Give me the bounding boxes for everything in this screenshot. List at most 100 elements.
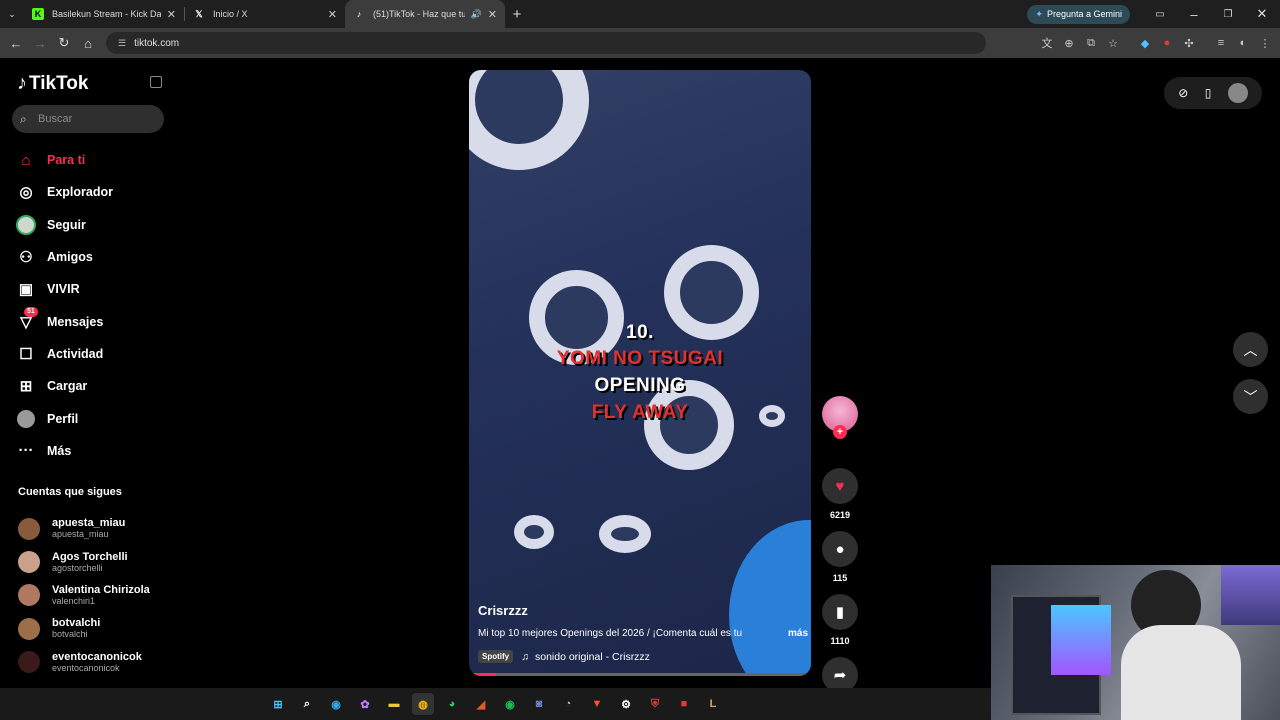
video-music[interactable]: Spotify ♫ sonido original - Crisrzzz bbox=[478, 650, 650, 663]
nav-item-mensajes[interactable]: ▽ 51 Mensajes bbox=[14, 305, 113, 337]
following-item[interactable]: Valentina Chirizola valenchiri1 bbox=[18, 579, 150, 612]
install-app-icon[interactable]: ⧉ bbox=[1080, 37, 1102, 50]
following-name: Valentina Chirizola bbox=[52, 583, 150, 596]
comment-action: ● 115 bbox=[821, 531, 859, 583]
follow-plus-icon[interactable]: + bbox=[833, 425, 847, 439]
app-icon[interactable]: ◢ bbox=[470, 693, 492, 715]
gemini-button[interactable]: ✦ Pregunta a Gemini bbox=[1027, 4, 1130, 24]
whatsapp-icon[interactable]: ◕ bbox=[441, 693, 463, 715]
nav-item-explorador[interactable]: ◎ Explorador bbox=[14, 176, 113, 208]
audio-icon[interactable]: 🔊 bbox=[471, 9, 482, 20]
video-song-text: FLY AWAY bbox=[591, 402, 689, 423]
collapse-sidebar-icon[interactable] bbox=[150, 76, 162, 88]
restore-icon[interactable]: ❐ bbox=[1216, 9, 1240, 20]
app-red-icon[interactable]: ■ bbox=[673, 693, 695, 715]
following-item[interactable]: apuesta_miau apuesta_miau bbox=[18, 512, 150, 545]
following-item[interactable]: Agos Torchelli agostorchelli bbox=[18, 545, 150, 578]
minimize-icon[interactable]: – bbox=[1182, 7, 1206, 22]
following-item[interactable]: botvalchi botvalchi bbox=[18, 612, 150, 645]
following-username: eventocanonicok bbox=[52, 662, 120, 673]
brave-icon[interactable]: ▼ bbox=[586, 693, 608, 715]
save-action: ▮ 1110 bbox=[821, 594, 859, 646]
extension-red-icon[interactable]: ● bbox=[1156, 37, 1178, 49]
bookmark-star-icon[interactable]: ☆ bbox=[1102, 37, 1124, 50]
back-icon[interactable]: ← bbox=[4, 36, 28, 51]
avatar bbox=[18, 651, 40, 674]
chrome-icon[interactable]: ◍ bbox=[412, 693, 434, 715]
tiktok-logo[interactable]: ♪ TikTok bbox=[17, 72, 88, 95]
browser-tab-kick[interactable]: K Basilekun Stream - Kick Dashbo ✕ bbox=[24, 0, 184, 28]
translate-icon[interactable]: 文 bbox=[1036, 35, 1058, 51]
comment-icon[interactable]: ● bbox=[822, 531, 858, 567]
shield-icon[interactable]: ⛨ bbox=[644, 693, 666, 715]
nav-label: VIVIR bbox=[47, 282, 80, 297]
search-input[interactable]: ⌕ Buscar bbox=[12, 105, 164, 133]
avatar bbox=[18, 517, 40, 540]
user-avatar[interactable] bbox=[1227, 83, 1248, 103]
extension-icon[interactable]: ◆ bbox=[1134, 37, 1156, 50]
file-explorer-icon[interactable]: ▬ bbox=[383, 693, 405, 715]
browser-tab-tiktok[interactable]: ♪ (51)TikTok - Haz que tu día 🔊 ✕ bbox=[345, 0, 505, 28]
search-icon[interactable]: ⌕ bbox=[296, 693, 318, 715]
more-link[interactable]: más bbox=[788, 628, 808, 639]
steam-icon[interactable]: ◔ bbox=[557, 693, 579, 715]
profile-chip-icon[interactable]: ▭ bbox=[1148, 9, 1172, 20]
windows-start-icon[interactable]: ⊞ bbox=[267, 693, 289, 715]
video-subtitle-text: OPENING bbox=[594, 375, 686, 396]
comment-count: 115 bbox=[832, 573, 848, 583]
video-title-text: YOMI NO TSUGAI bbox=[556, 348, 724, 369]
nav-item-amigos[interactable]: ⚇ Amigos bbox=[14, 241, 113, 273]
phone-icon[interactable]: ▯ bbox=[1205, 86, 1212, 100]
nav-item-perfil[interactable]: Perfil bbox=[14, 402, 113, 434]
nav-item-para-ti[interactable]: ⌂ Para ti bbox=[14, 144, 113, 176]
close-tab-icon[interactable]: ✕ bbox=[167, 8, 176, 21]
url-field[interactable]: ☰ tiktok.com bbox=[106, 32, 986, 54]
nav-item-cargar[interactable]: ⊞ Cargar bbox=[14, 370, 113, 402]
nav-item-actividad[interactable]: ☐ Actividad bbox=[14, 338, 113, 370]
bookmark-icon[interactable]: ▮ bbox=[822, 594, 858, 630]
compass-icon[interactable]: ⊘ bbox=[1178, 86, 1188, 100]
zoom-icon[interactable]: ⊕ bbox=[1058, 37, 1080, 50]
spotify-tag[interactable]: Spotify bbox=[478, 650, 514, 663]
following-name: botvalchi bbox=[52, 617, 101, 630]
search-icon: ⌕ bbox=[20, 111, 27, 126]
following-item[interactable]: eventocanonicok eventocanonicok bbox=[18, 646, 150, 679]
close-tab-icon[interactable]: ✕ bbox=[488, 8, 497, 21]
league-icon[interactable]: L bbox=[702, 693, 724, 715]
home-button-icon[interactable]: ⌂ bbox=[76, 36, 100, 51]
creator-avatar[interactable]: + bbox=[822, 396, 858, 439]
browser-menu-icon[interactable]: ⋮ bbox=[1254, 37, 1276, 50]
browser-tab-x[interactable]: 𝕏 Inicio / X ✕ bbox=[185, 0, 345, 28]
edge-icon[interactable]: ◉ bbox=[325, 693, 347, 715]
video-progress-bar[interactable] bbox=[469, 673, 811, 676]
forward-icon[interactable]: → bbox=[28, 36, 52, 51]
heart-icon[interactable]: ♥ bbox=[822, 468, 858, 504]
media-controls-icon[interactable]: ≡ bbox=[1210, 37, 1232, 49]
spotify-icon[interactable]: ◉ bbox=[499, 693, 521, 715]
nav-item-mas[interactable]: ··· Más bbox=[14, 435, 113, 467]
video-graphic bbox=[514, 515, 554, 549]
profile-avatar-icon[interactable]: ◐ bbox=[1232, 37, 1254, 49]
close-window-icon[interactable]: ✕ bbox=[1250, 6, 1274, 22]
previous-video-button[interactable]: ︿ bbox=[1233, 332, 1268, 367]
nav-item-vivir[interactable]: ▣ VIVIR bbox=[14, 273, 113, 305]
reload-icon[interactable]: ↻ bbox=[52, 35, 76, 51]
following-name: Agos Torchelli bbox=[52, 550, 128, 563]
gemini-label: Pregunta a Gemini bbox=[1046, 9, 1122, 19]
x-icon: 𝕏 bbox=[195, 8, 203, 19]
close-tab-icon[interactable]: ✕ bbox=[328, 8, 337, 21]
video-player[interactable]: 10. YOMI NO TSUGAI OPENING FLY AWAY Cris… bbox=[469, 70, 811, 676]
new-tab-button[interactable]: + bbox=[505, 6, 529, 23]
music-note-icon: ♫ bbox=[521, 650, 529, 663]
video-author[interactable]: Crisrzzz bbox=[478, 603, 528, 618]
tab-search-icon[interactable]: ⌄ bbox=[0, 9, 24, 20]
next-video-button[interactable]: ﹀ bbox=[1233, 379, 1268, 414]
avatar bbox=[18, 551, 40, 574]
discord-icon[interactable]: ◙ bbox=[528, 693, 550, 715]
tiktok-note-icon: ♪ bbox=[17, 72, 27, 94]
settings-icon[interactable]: ⚙ bbox=[615, 693, 637, 715]
extensions-puzzle-icon[interactable]: ✣ bbox=[1178, 37, 1200, 50]
site-info-icon[interactable]: ☰ bbox=[118, 38, 126, 49]
nav-item-seguir[interactable]: Seguir bbox=[14, 209, 113, 241]
copilot-icon[interactable]: ✿ bbox=[354, 693, 376, 715]
